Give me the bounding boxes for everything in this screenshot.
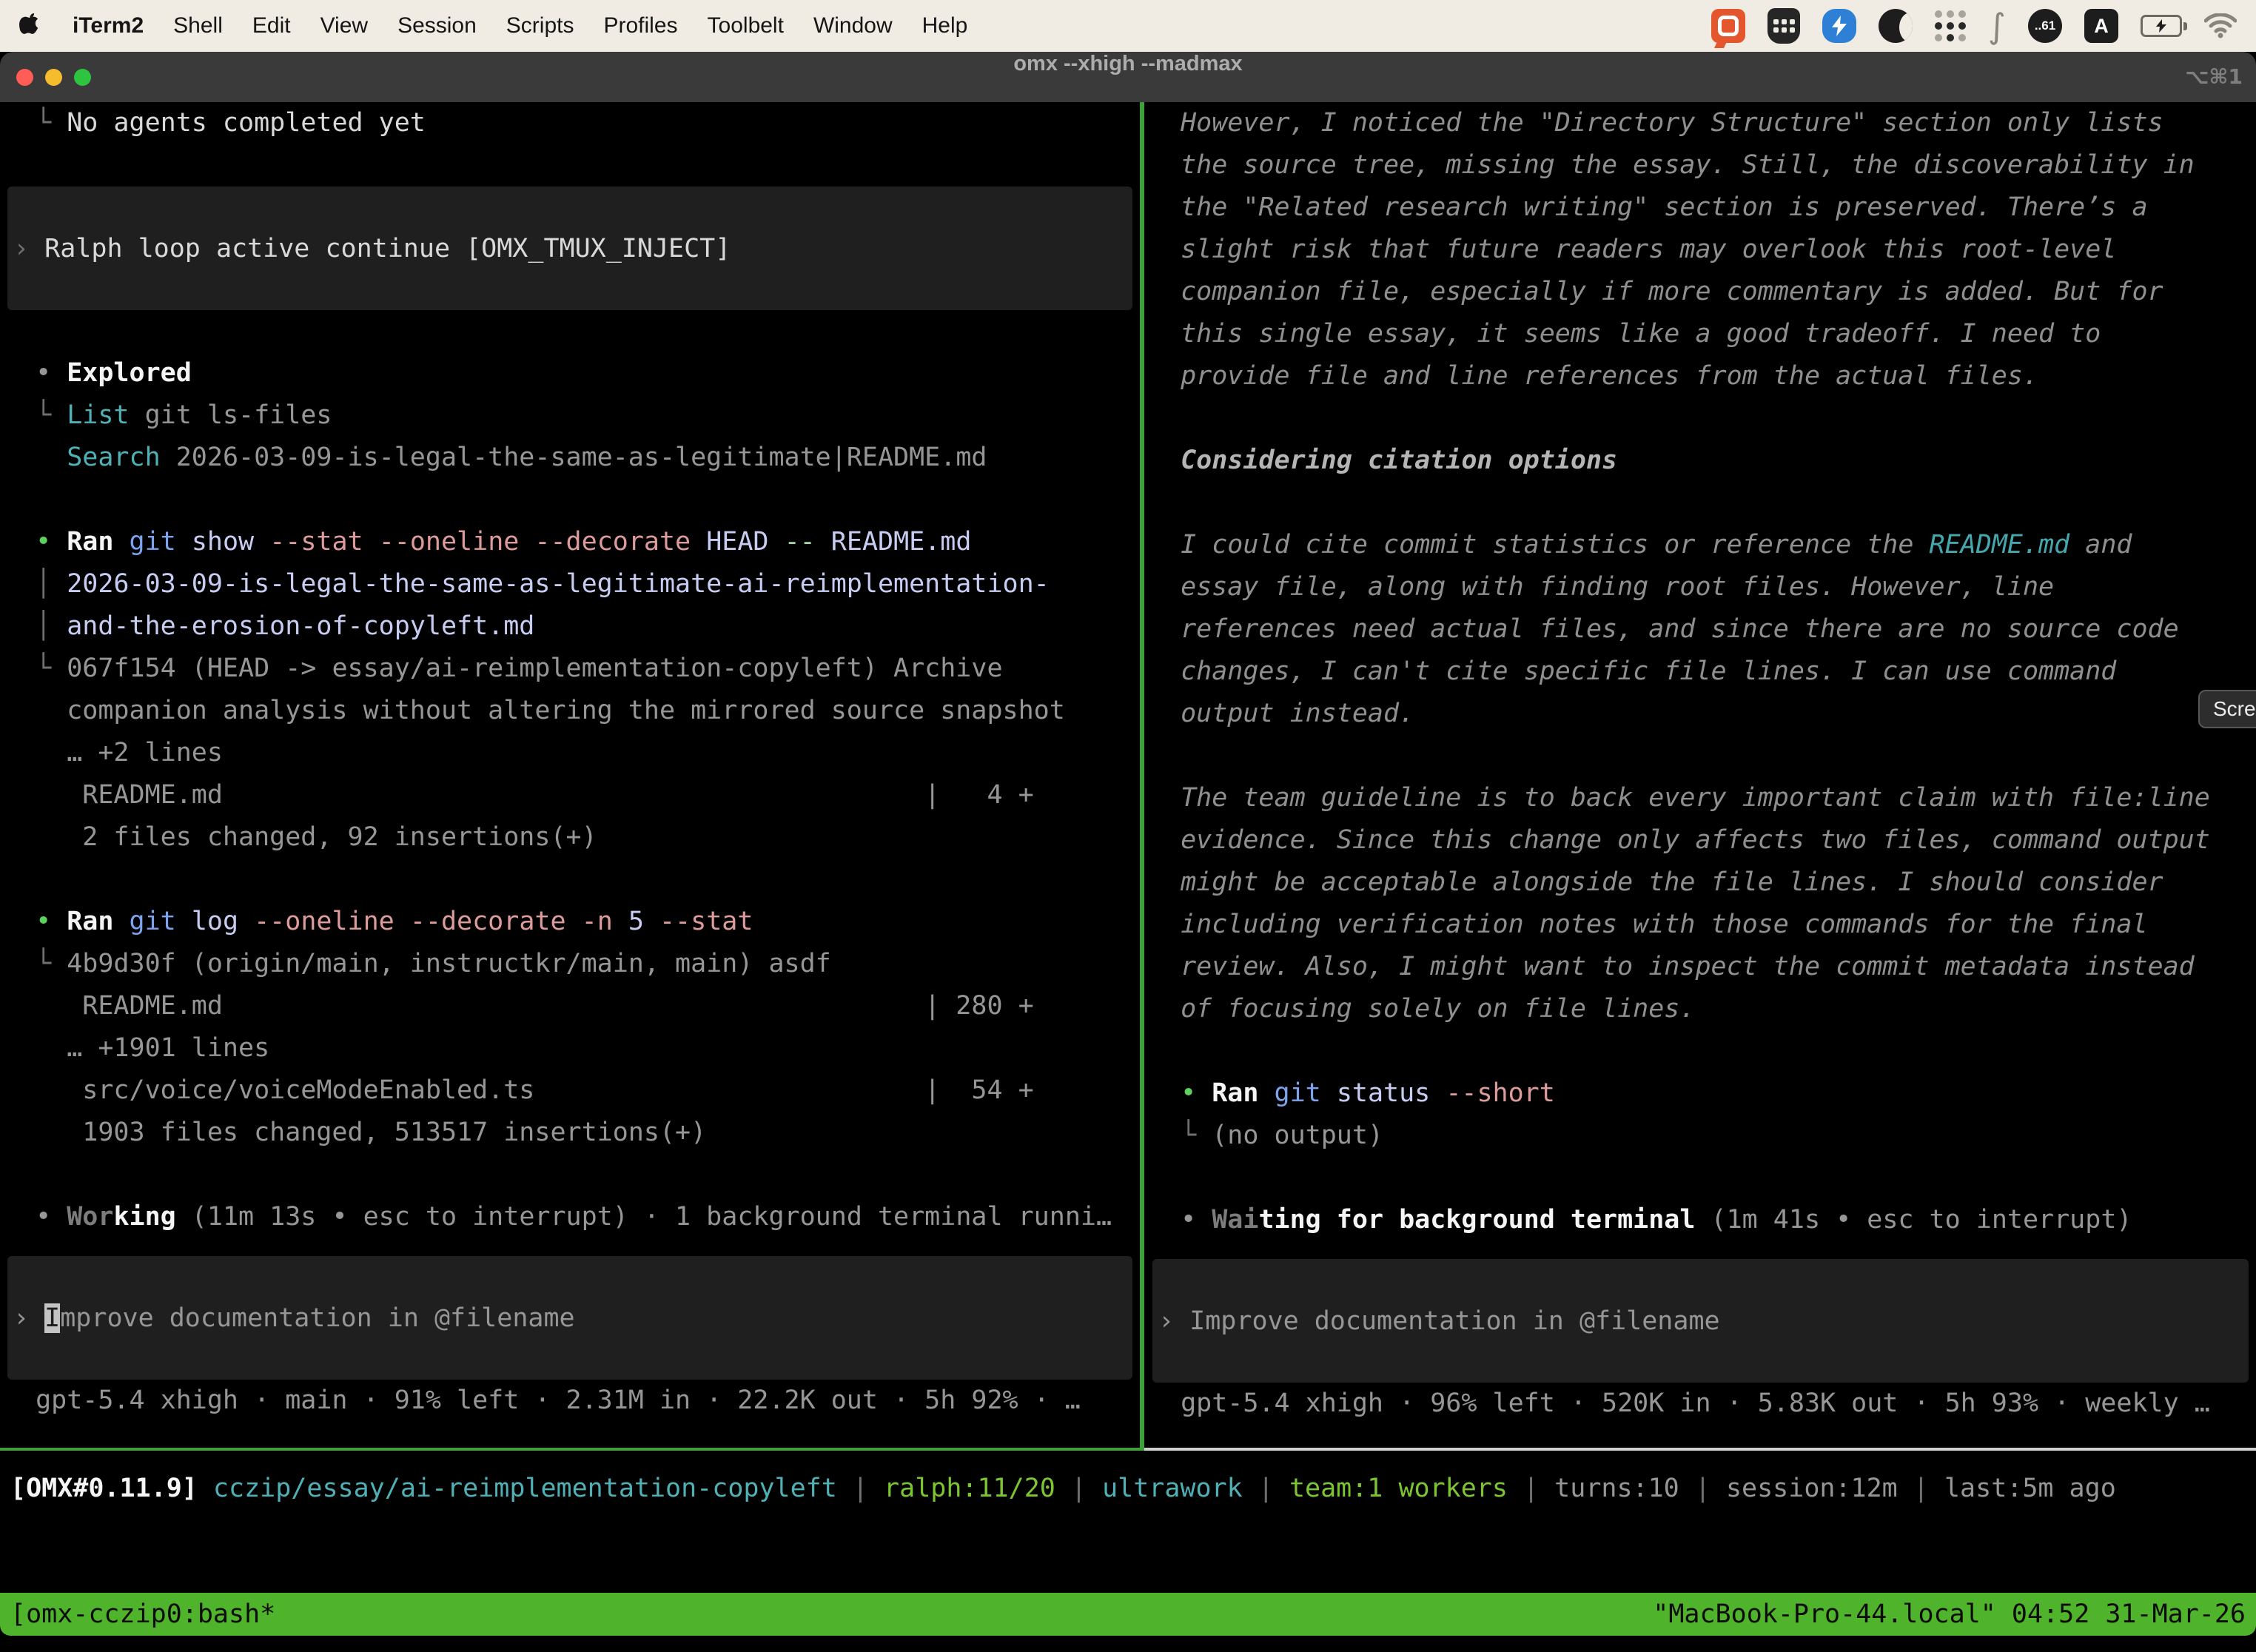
screen-tooltip: Scre [2198, 690, 2256, 728]
squiggle-icon[interactable]: ∫ [1988, 9, 2006, 43]
pane-divider[interactable] [1140, 102, 1144, 1451]
terminal-line: src/voice/voiceModeEnabled.ts | 54 + [0, 1070, 1140, 1112]
zap-app-icon[interactable] [1822, 9, 1856, 43]
pie-app-icon[interactable] [1879, 9, 1913, 43]
waiting-status-line: • Waiting for background terminal (1m 41… [1145, 1199, 2256, 1241]
terminal-line: this single essay, it seems like a good … [1145, 313, 2256, 355]
blank-line [0, 859, 1140, 901]
terminal-line: • Ran git log --oneline --decorate -n 5 … [0, 901, 1140, 943]
terminal-line: 2 files changed, 92 insertions(+) [0, 816, 1140, 859]
terminal-line: • Ran git show --stat --oneline --decora… [0, 521, 1140, 563]
terminal-line: Search 2026-03-09-is-legal-the-same-as-l… [0, 437, 1140, 479]
screen: iTerm2 Shell Edit View Session Scripts Profile… [0, 0, 2256, 1652]
terminal-line: README.md | 4 + [0, 774, 1140, 816]
left-pane[interactable]: └ No agents completed yet › Ralph loop ac… [0, 102, 1140, 1448]
menu-item-profiles[interactable]: Profiles [603, 13, 677, 38]
ralph-loop-banner: › Ralph loop active continue [OMX_TMUX_I… [7, 187, 1132, 310]
tmux-status-bar: [omx-cczip0:bash* "MacBook-Pro-44.local"… [0, 1593, 2256, 1636]
menu-bar: iTerm2 Shell Edit View Session Scripts Profile… [0, 0, 2256, 52]
blank-line [0, 144, 1140, 187]
terminal-line: However, I noticed the "Directory Struct… [1145, 102, 2256, 144]
tmux-host-time: "MacBook-Pro-44.local" 04:52 31-Mar-26 [1653, 1593, 2246, 1636]
menu-item-help[interactable]: Help [922, 13, 968, 38]
reasoning-heading: Considering citation options [1145, 440, 2256, 482]
blank-line [0, 479, 1140, 521]
terminal-line: └ 067f154 (HEAD -> essay/ai-reimplementa… [0, 648, 1140, 690]
battery-percent-badge[interactable]: ..61 [2028, 9, 2062, 43]
menu-item-window[interactable]: Window [813, 13, 893, 38]
terminal-line: │ and-the-erosion-of-copyleft.md [0, 605, 1140, 648]
window-shortcut: ⌥⌘1 [2185, 52, 2243, 102]
menu-item-scripts[interactable]: Scripts [506, 13, 574, 38]
prompt-input[interactable]: › Improve documentation in @filename [7, 1256, 1132, 1380]
blank-line [1145, 482, 2256, 524]
menu-item-iterm2[interactable]: iTerm2 [73, 13, 144, 38]
right-pane[interactable]: However, I noticed the "Directory Struct… [1145, 102, 2256, 1448]
model-status-line: gpt-5.4 xhigh · main · 91% left · 2.31M … [0, 1380, 1140, 1422]
menu-item-edit[interactable]: Edit [252, 13, 291, 38]
terminal-line: output instead. [1145, 693, 2256, 735]
terminal-line: including verification notes with those … [1145, 904, 2256, 946]
apple-menu-icon[interactable] [19, 13, 40, 38]
terminal-line: └ (no output) [1145, 1115, 2256, 1157]
terminal-line: review. Also, I might want to inspect th… [1145, 946, 2256, 988]
terminal-line: the "Related research writing" section i… [1145, 187, 2256, 229]
shield-grid-icon[interactable] [1767, 8, 1800, 44]
menu-item-toolbelt[interactable]: Toolbelt [708, 13, 784, 38]
tmux-session-label[interactable]: [omx-cczip0:bash* [10, 1593, 275, 1636]
terminal: └ No agents completed yet › Ralph loop ac… [0, 102, 2256, 1652]
terminal-line: │ 2026-03-09-is-legal-the-same-as-legiti… [0, 563, 1140, 605]
model-status-line: gpt-5.4 xhigh · 96% left · 520K in · 5.8… [1145, 1383, 2256, 1425]
pane-border-active [0, 1448, 1144, 1451]
prompt-input[interactable]: › Improve documentation in @filename [1152, 1259, 2249, 1383]
terminal-line: of focusing solely on file lines. [1145, 988, 2256, 1030]
dots-grid-icon[interactable] [1935, 10, 1966, 41]
terminal-line: provide file and line references from th… [1145, 355, 2256, 397]
terminal-line: … +1901 lines [0, 1027, 1140, 1070]
blank-line [1145, 735, 2256, 777]
terminal-line: └ 4b9d30f (origin/main, instructkr/main,… [0, 943, 1140, 985]
terminal-line: changes, I can't cite specific file line… [1145, 651, 2256, 693]
terminal-line: 1903 files changed, 513517 insertions(+) [0, 1112, 1140, 1154]
terminal-line: └ No agents completed yet [0, 102, 1140, 144]
working-status-line: • Working (11m 13s • esc to interrupt) ·… [0, 1196, 1140, 1238]
terminal-line: evidence. Since this change only affects… [1145, 819, 2256, 862]
blank-line [0, 1154, 1140, 1196]
terminal-line: references need actual files, and since … [1145, 608, 2256, 651]
battery-icon[interactable] [2141, 15, 2182, 37]
chat-app-icon[interactable] [1711, 9, 1745, 43]
blank-line [1145, 1030, 2256, 1072]
terminal-line: └ List git ls-files [0, 394, 1140, 437]
terminal-line: README.md | 280 + [0, 985, 1140, 1027]
terminal-line: the source tree, missing the essay. Stil… [1145, 144, 2256, 187]
terminal-line: companion analysis without altering the … [0, 690, 1140, 732]
terminal-line: The team guideline is to back every impo… [1145, 777, 2256, 819]
terminal-line: • Ran git status --short [1145, 1072, 2256, 1115]
omx-status-line: [OMX#0.11.9] cczip/essay/ai-reimplementa… [0, 1468, 2256, 1510]
window-title: omx --xhigh --madmax [0, 52, 2256, 102]
wifi-icon[interactable] [2204, 13, 2237, 38]
blank-line [0, 310, 1140, 352]
terminal-line: … +2 lines [0, 732, 1140, 774]
terminal-line: companion file, especially if more comme… [1145, 271, 2256, 313]
terminal-line: essay file, along with finding root file… [1145, 566, 2256, 608]
window-titlebar[interactable]: omx --xhigh --madmax ⌥⌘1 [0, 52, 2256, 102]
terminal-line: slight risk that future readers may over… [1145, 229, 2256, 271]
menu-item-session[interactable]: Session [397, 13, 477, 38]
blank-line [1145, 1157, 2256, 1199]
menu-item-shell[interactable]: Shell [173, 13, 223, 38]
menu-item-view[interactable]: View [320, 13, 368, 38]
input-source-icon[interactable]: A [2084, 9, 2118, 43]
terminal-line: I could cite commit statistics or refere… [1145, 524, 2256, 566]
terminal-line: • Explored [0, 352, 1140, 394]
blank-line [1145, 397, 2256, 440]
terminal-line: might be acceptable alongside the file l… [1145, 862, 2256, 904]
pane-border-inactive [1144, 1448, 2256, 1451]
